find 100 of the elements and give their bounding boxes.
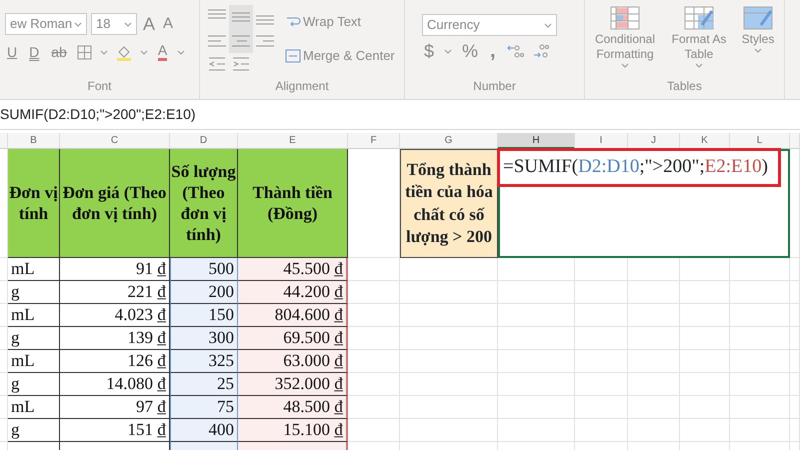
conditional-button[interactable]: Conditional Formatting xyxy=(590,5,660,77)
table-cell: 150 xyxy=(170,304,238,327)
table-cell: 300 xyxy=(170,327,238,350)
caret-icon xyxy=(621,63,629,68)
empty-cell xyxy=(790,373,800,396)
grow-font-button[interactable]: A xyxy=(141,15,158,33)
align-center-button[interactable] xyxy=(229,29,253,53)
caret-icon xyxy=(444,48,452,54)
empty-cell xyxy=(575,396,628,419)
group-label: Alignment xyxy=(274,78,330,95)
empty-cell xyxy=(730,281,790,304)
styles-button[interactable]: Styles xyxy=(738,5,778,77)
empty-cell xyxy=(730,419,790,442)
table-icon[interactable] xyxy=(682,5,716,31)
caret-icon xyxy=(100,50,108,54)
formula-text: =SUMIF(D2:D10;">200";E2:E10) xyxy=(497,148,781,187)
empty-cell xyxy=(680,281,730,304)
formula-cell[interactable]: =SUMIF(D2:D10;">200";E2:E10) xyxy=(498,149,790,258)
empty-cell xyxy=(575,281,628,304)
table-cell: g xyxy=(8,327,60,350)
align-middle-icon xyxy=(230,11,252,23)
caret-icon xyxy=(695,63,703,68)
font-size-dropdown[interactable]: 18 xyxy=(91,13,137,35)
table-header-cell: Đơn vị tính xyxy=(8,149,60,258)
column-header[interactable]: F xyxy=(348,133,400,149)
font-name-dropdown[interactable]: ew Roman xyxy=(5,13,87,35)
formula-text[interactable]: SUMIF(D2:D10;">200";E2:E10) xyxy=(0,104,196,125)
column-header[interactable]: L xyxy=(730,133,790,149)
empty-cell xyxy=(790,258,800,281)
wrap-text-button[interactable]: Wrap Text xyxy=(283,13,397,31)
double-underline-button[interactable]: D xyxy=(27,43,42,61)
empty-cell xyxy=(628,373,680,396)
table-cell: mL xyxy=(8,396,60,419)
column-header[interactable]: I xyxy=(575,133,628,149)
borders-icon[interactable] xyxy=(76,44,92,60)
summary-label-cell: Tổng thành tiền của hóa chất có số lượng > 200 xyxy=(400,149,498,258)
column-header xyxy=(790,133,800,149)
empty-cell xyxy=(628,419,680,442)
underline-button[interactable]: U xyxy=(5,43,20,61)
caret-icon xyxy=(177,50,186,54)
empty-cell xyxy=(680,304,730,327)
styles-icon[interactable] xyxy=(741,5,775,31)
align-center-icon xyxy=(230,34,252,48)
table-header-cell: Số lượng (Theo đơn vị tính) xyxy=(170,149,238,258)
decrease-decimal-icon[interactable] xyxy=(532,43,550,59)
empty-cell xyxy=(680,350,730,373)
empty-cell xyxy=(730,373,790,396)
empty-cell xyxy=(628,327,680,350)
empty-cell xyxy=(790,350,800,373)
caret-icon xyxy=(544,22,552,28)
number-format-dropdown[interactable]: Currency xyxy=(422,14,557,36)
align-top-icon xyxy=(206,8,228,20)
empty-cell xyxy=(790,327,800,350)
align-middle-button[interactable] xyxy=(229,5,253,29)
table-cell: 48.500 ₫ xyxy=(238,396,348,419)
strikethrough-button[interactable]: ab xyxy=(49,43,69,61)
empty-cell xyxy=(680,327,730,350)
table-cell: g xyxy=(8,373,60,396)
table-cell: 804.600 ₫ xyxy=(238,304,348,327)
column-header[interactable]: H xyxy=(498,133,575,149)
comma-style-button[interactable]: , xyxy=(488,42,498,60)
table-cell: 15.100 ₫ xyxy=(238,419,348,442)
empty-cell xyxy=(680,396,730,419)
accounting-format-button[interactable]: $ xyxy=(422,42,436,60)
column-header[interactable]: B xyxy=(8,133,60,149)
table-cell: 44.200 ₫ xyxy=(238,281,348,304)
table-cell: 25 xyxy=(170,373,238,396)
shrink-font-button[interactable]: A xyxy=(161,15,176,33)
table-cell: mL xyxy=(8,350,60,373)
column-header[interactable]: E xyxy=(238,133,348,149)
caret-icon xyxy=(754,48,762,53)
font-color-button[interactable]: A xyxy=(156,43,170,61)
column-header xyxy=(0,133,8,149)
column-header[interactable]: K xyxy=(680,133,730,149)
empty-cell xyxy=(730,350,790,373)
empty-cell xyxy=(575,258,628,281)
table-header-cell: Thành tiền (Đồng) xyxy=(238,149,348,258)
group-label: Font xyxy=(86,78,112,95)
percent-button[interactable]: % xyxy=(460,42,480,60)
empty-cell xyxy=(575,327,628,350)
empty-cell xyxy=(730,304,790,327)
table-button[interactable]: Format As Table xyxy=(664,5,734,77)
column-header[interactable]: D xyxy=(170,133,238,149)
table-cell: mL xyxy=(8,258,60,281)
table-cell: 352.000 ₫ xyxy=(238,373,348,396)
merge-center-button[interactable]: Merge & Center xyxy=(283,47,397,65)
empty-cell xyxy=(790,419,800,442)
column-header[interactable]: J xyxy=(628,133,680,149)
empty-cell xyxy=(680,373,730,396)
fill-color-icon[interactable] xyxy=(116,44,132,60)
merge-cells-icon[interactable] xyxy=(285,48,301,64)
table-cell: 45.500 ₫ xyxy=(238,258,348,281)
column-header[interactable]: C xyxy=(60,133,170,149)
column-header[interactable]: G xyxy=(400,133,498,149)
table-cell: 500 xyxy=(170,258,238,281)
increase-decimal-icon[interactable] xyxy=(506,43,524,59)
group-label: Number xyxy=(472,78,517,95)
table-header-cell: Đơn giá (Theo đơn vị tính) xyxy=(60,149,170,258)
empty-cell xyxy=(790,281,800,304)
empty-cell xyxy=(575,304,628,327)
